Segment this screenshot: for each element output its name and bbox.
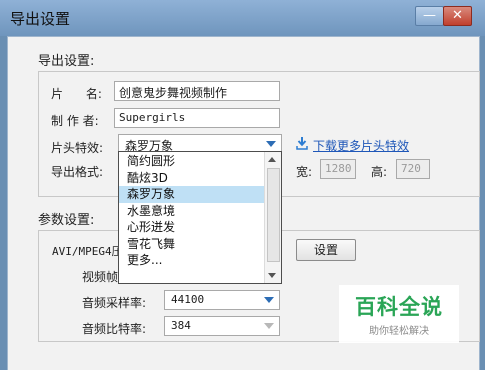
- dropdown-option[interactable]: 水墨意境: [119, 203, 264, 220]
- dropdown-option[interactable]: 酷炫3D: [119, 170, 264, 187]
- dropdown-option-selected[interactable]: 森罗万象: [119, 186, 264, 203]
- bitrate-select[interactable]: 384: [164, 316, 280, 336]
- dropdown-list: 简约圆形 酷炫3D 森罗万象 水墨意境 心形迸发 雪花飞舞 更多...: [119, 153, 264, 269]
- name-input[interactable]: 创意鬼步舞视频制作: [114, 81, 280, 101]
- dropdown-arrow-icon: [264, 323, 274, 329]
- watermark-title: 百科全说: [355, 295, 443, 319]
- intro-effect-label: 片头特效:: [51, 141, 104, 155]
- scroll-up-icon[interactable]: [268, 157, 276, 162]
- height-label: 高:: [371, 165, 388, 179]
- params-heading: 参数设置:: [38, 213, 95, 228]
- minimize-icon[interactable]: —: [415, 6, 444, 26]
- dropdown-scrollbar[interactable]: [264, 152, 281, 283]
- dropdown-arrow-icon: [266, 141, 276, 147]
- dropdown-option[interactable]: 简约圆形: [119, 153, 264, 170]
- bitrate-value: 384: [171, 319, 191, 332]
- window-title: 导出设置: [10, 10, 71, 28]
- video-frame-label: 视频帧: [82, 270, 119, 284]
- sample-rate-select[interactable]: 44100: [164, 290, 280, 310]
- scroll-down-icon[interactable]: [268, 273, 276, 278]
- close-icon[interactable]: ✕: [443, 6, 472, 26]
- dropdown-arrow-icon: [264, 297, 274, 303]
- export-settings-heading: 导出设置:: [38, 54, 95, 69]
- watermark: 百科全说 助你轻松解决: [339, 285, 459, 343]
- bitrate-label: 音频比特率:: [82, 322, 147, 336]
- intro-effect-dropdown[interactable]: 简约圆形 酷炫3D 森罗万象 水墨意境 心形迸发 雪花飞舞 更多...: [118, 151, 282, 284]
- sample-rate-value: 44100: [171, 293, 205, 306]
- height-input[interactable]: 720: [396, 159, 430, 179]
- codec-label: AVI/MPEG4压: [52, 245, 123, 258]
- dropdown-option[interactable]: 雪花飞舞: [119, 236, 264, 253]
- download-icon[interactable]: [296, 137, 308, 150]
- width-input[interactable]: 1280: [320, 159, 356, 179]
- title-bar: 导出设置 — ✕: [0, 0, 485, 36]
- name-label: 片 名:: [51, 87, 102, 101]
- dropdown-option[interactable]: 心形迸发: [119, 219, 264, 236]
- scroll-thumb[interactable]: [267, 168, 280, 262]
- settings-button[interactable]: 设置: [296, 239, 356, 261]
- width-label: 宽:: [296, 165, 313, 179]
- dropdown-option[interactable]: 更多...: [119, 252, 264, 269]
- sample-rate-label: 音频采样率:: [82, 296, 147, 310]
- watermark-subtitle: 助你轻松解决: [369, 326, 429, 337]
- download-more-intro-link[interactable]: 下载更多片头特效: [313, 137, 409, 154]
- author-label: 制 作 者:: [51, 114, 99, 128]
- export-format-label: 导出格式:: [51, 165, 104, 179]
- author-input[interactable]: Supergirls: [114, 108, 280, 128]
